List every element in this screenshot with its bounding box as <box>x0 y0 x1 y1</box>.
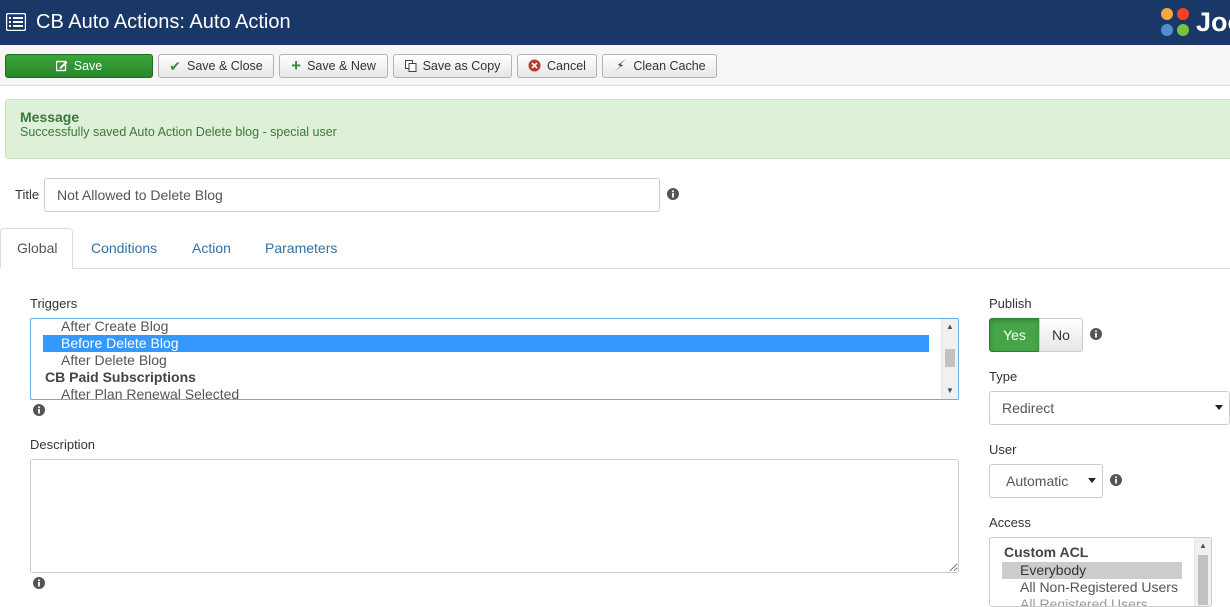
access-scrollbar[interactable]: ▲ <box>1194 538 1211 606</box>
publish-yes-button[interactable]: Yes <box>989 318 1040 352</box>
plus-icon: + <box>291 55 302 75</box>
triggers-listbox[interactable]: After Create Blog Before Delete Blog Aft… <box>30 318 959 400</box>
access-option[interactable]: All Non-Registered Users <box>1020 579 1178 596</box>
publish-label: Publish <box>989 296 1032 311</box>
trigger-group-label: CB Paid Subscriptions <box>45 369 196 385</box>
info-icon <box>1090 328 1102 340</box>
type-label: Type <box>989 369 1018 384</box>
chevron-down-icon <box>1088 478 1096 483</box>
tab-global[interactable]: Global <box>0 228 73 269</box>
trigger-option[interactable]: After Create Blog <box>61 319 168 335</box>
save-close-button-label: Save & Close <box>187 59 263 73</box>
tab-parameters[interactable]: Parameters <box>249 228 353 269</box>
save-close-button[interactable]: ✔ Save & Close <box>158 54 274 78</box>
info-icon <box>1110 474 1122 486</box>
access-listbox[interactable]: Custom ACL Everybody All Non-Registered … <box>989 537 1212 607</box>
type-select-value: Redirect <box>1002 400 1055 416</box>
triggers-scrollbar[interactable]: ▲ ▼ <box>941 319 958 399</box>
info-icon <box>33 577 45 589</box>
scroll-up-icon[interactable]: ▲ <box>942 319 958 335</box>
title-input[interactable] <box>44 178 660 212</box>
access-group-label: Custom ACL <box>1004 544 1089 560</box>
access-label: Access <box>989 515 1031 530</box>
copy-icon <box>404 59 417 72</box>
cancel-icon <box>528 59 541 72</box>
scroll-up-icon[interactable]: ▲ <box>1195 538 1211 554</box>
message-heading: Message <box>20 109 80 125</box>
type-select[interactable]: Redirect <box>989 391 1230 425</box>
access-option-selected[interactable]: Everybody <box>1002 562 1182 579</box>
list-icon <box>6 13 26 31</box>
save-new-button-label: Save & New <box>307 59 376 73</box>
trigger-option[interactable]: After Delete Blog <box>61 352 167 369</box>
info-icon <box>33 404 45 416</box>
title-label: Title <box>15 187 40 202</box>
success-message: Message Successfully saved Auto Action D… <box>5 99 1230 159</box>
user-select-value: Automatic <box>1006 473 1069 489</box>
save-button[interactable]: Save <box>5 54 153 78</box>
user-select[interactable]: Automatic <box>989 464 1103 498</box>
tab-conditions[interactable]: Conditions <box>75 228 173 269</box>
description-label: Description <box>30 437 96 452</box>
joomla-logo: Joomla! <box>1158 4 1230 40</box>
save-new-button[interactable]: + Save & New <box>279 54 388 78</box>
joomla-logo-icon <box>1161 8 1189 36</box>
trigger-option[interactable]: After Plan Renewal Selected <box>61 386 239 399</box>
publish-no-button[interactable]: No <box>1039 318 1083 352</box>
edit-icon <box>55 60 68 71</box>
trigger-option-selected[interactable]: Before Delete Blog <box>43 335 929 352</box>
page-title: CB Auto Actions: Auto Action <box>36 11 291 33</box>
cancel-button-label: Cancel <box>547 59 586 73</box>
info-icon <box>667 188 679 200</box>
save-copy-button-label: Save as Copy <box>422 59 501 73</box>
lightning-icon <box>614 59 627 73</box>
tab-action[interactable]: Action <box>176 228 247 269</box>
save-copy-button[interactable]: Save as Copy <box>393 54 512 78</box>
page-header: CB Auto Actions: Auto Action Joomla! <box>0 0 1230 45</box>
chevron-down-icon <box>1215 405 1223 410</box>
triggers-label: Triggers <box>30 296 78 311</box>
scroll-thumb[interactable] <box>945 349 955 367</box>
scroll-thumb[interactable] <box>1198 555 1208 605</box>
save-button-label: Save <box>73 59 103 73</box>
user-label: User <box>989 442 1017 457</box>
message-text: Successfully saved Auto Action Delete bl… <box>20 125 337 139</box>
toolbar: Save ✔ Save & Close + Save & New Save as C… <box>0 45 1230 86</box>
cancel-button[interactable]: Cancel <box>517 54 597 78</box>
description-textarea[interactable] <box>30 459 959 573</box>
joomla-logo-text: Joomla! <box>1196 7 1230 37</box>
clean-cache-button[interactable]: Clean Cache <box>602 54 717 78</box>
scroll-down-icon[interactable]: ▼ <box>942 383 958 399</box>
access-option[interactable]: All Registered Users <box>1020 596 1148 606</box>
clean-cache-button-label: Clean Cache <box>633 59 706 73</box>
check-icon: ✔ <box>169 57 181 74</box>
